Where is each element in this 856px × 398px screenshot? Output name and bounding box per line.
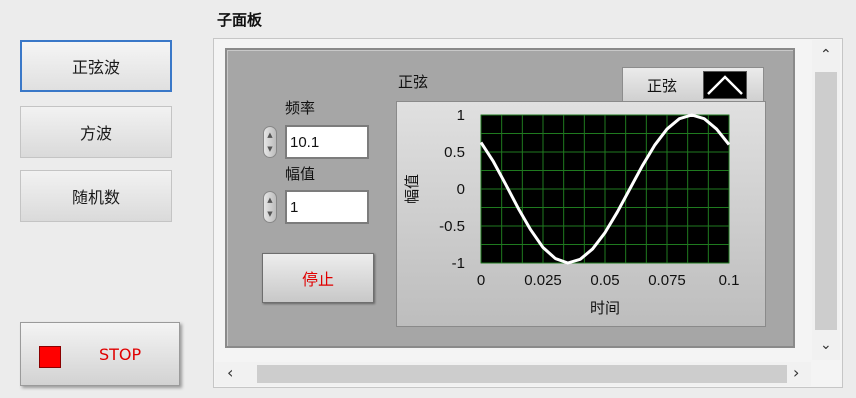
- vertical-scroll-thumb[interactable]: [815, 72, 837, 330]
- increment-icon[interactable]: ▲: [265, 195, 275, 205]
- x-tick-label: 0: [477, 272, 485, 289]
- x-axis-label: 时间: [590, 299, 620, 317]
- plot-legend[interactable]: 正弦: [622, 67, 764, 103]
- waveform-chart[interactable]: 0 0.025 0.05 0.075 0.1 1 0.5 0 -0.5 -1 时间 幅值: [397, 102, 767, 328]
- subpanel-title: 子面板: [217, 11, 263, 29]
- x-tick-label: 0.025: [524, 272, 562, 289]
- waveform-graph-frame: 0 0.025 0.05 0.075 0.1 1 0.5 0 -0.5 -1 时间 幅值: [396, 101, 766, 327]
- legend-line-svg: [707, 75, 743, 95]
- legend-series-name: 正弦: [647, 77, 678, 95]
- frequency-label: 频率: [285, 99, 316, 117]
- stop-led-icon: [39, 346, 61, 368]
- random-number-button-label: 随机数: [71, 188, 120, 207]
- x-tick-label: 0.05: [590, 272, 619, 289]
- vertical-scrollbar[interactable]: ⌃ ⌄: [812, 40, 840, 360]
- x-tick-label: 0.075: [648, 272, 686, 289]
- horizontal-scrollbar[interactable]: ‹ ›: [215, 362, 811, 386]
- y-axis-label: 幅值: [403, 174, 421, 204]
- stop-button[interactable]: STOP: [20, 322, 180, 386]
- increment-icon[interactable]: ▲: [265, 130, 275, 140]
- y-tick-label: 0: [457, 181, 465, 198]
- square-wave-button[interactable]: 方波: [20, 106, 172, 158]
- sine-wave-button-label: 正弦波: [71, 58, 120, 77]
- subpanel-stop-button[interactable]: 停止: [262, 253, 374, 303]
- amplitude-label: 幅值: [285, 165, 316, 183]
- frequency-spinner[interactable]: ▲ ▼: [263, 126, 277, 158]
- stop-button-label: STOP: [99, 345, 142, 364]
- x-tick-label: 0.1: [719, 272, 740, 289]
- amplitude-input[interactable]: 1: [285, 190, 369, 224]
- horizontal-scroll-thumb[interactable]: [257, 365, 787, 383]
- legend-line-stroke: [707, 75, 743, 95]
- amplitude-spinner[interactable]: ▲ ▼: [263, 191, 277, 223]
- scroll-right-arrow-icon[interactable]: ›: [793, 365, 799, 381]
- graph-label: 正弦: [398, 73, 429, 91]
- decrement-icon[interactable]: ▼: [265, 144, 275, 154]
- scroll-up-arrow-icon[interactable]: ⌃: [820, 48, 832, 62]
- random-number-button[interactable]: 随机数: [20, 170, 172, 222]
- scroll-down-arrow-icon[interactable]: ⌄: [820, 338, 832, 352]
- y-tick-label: -1: [452, 255, 465, 272]
- square-wave-button-label: 方波: [79, 124, 112, 143]
- y-tick-label: -0.5: [439, 218, 465, 235]
- y-tick-label: 0.5: [444, 144, 465, 161]
- frequency-input[interactable]: 10.1: [285, 125, 369, 159]
- legend-line-icon: [703, 71, 747, 99]
- decrement-icon[interactable]: ▼: [265, 209, 275, 219]
- y-tick-label: 1: [457, 107, 465, 124]
- sine-wave-button[interactable]: 正弦波: [20, 40, 172, 92]
- scroll-left-arrow-icon[interactable]: ‹: [227, 365, 233, 381]
- subpanel-stop-button-label: 停止: [301, 270, 334, 289]
